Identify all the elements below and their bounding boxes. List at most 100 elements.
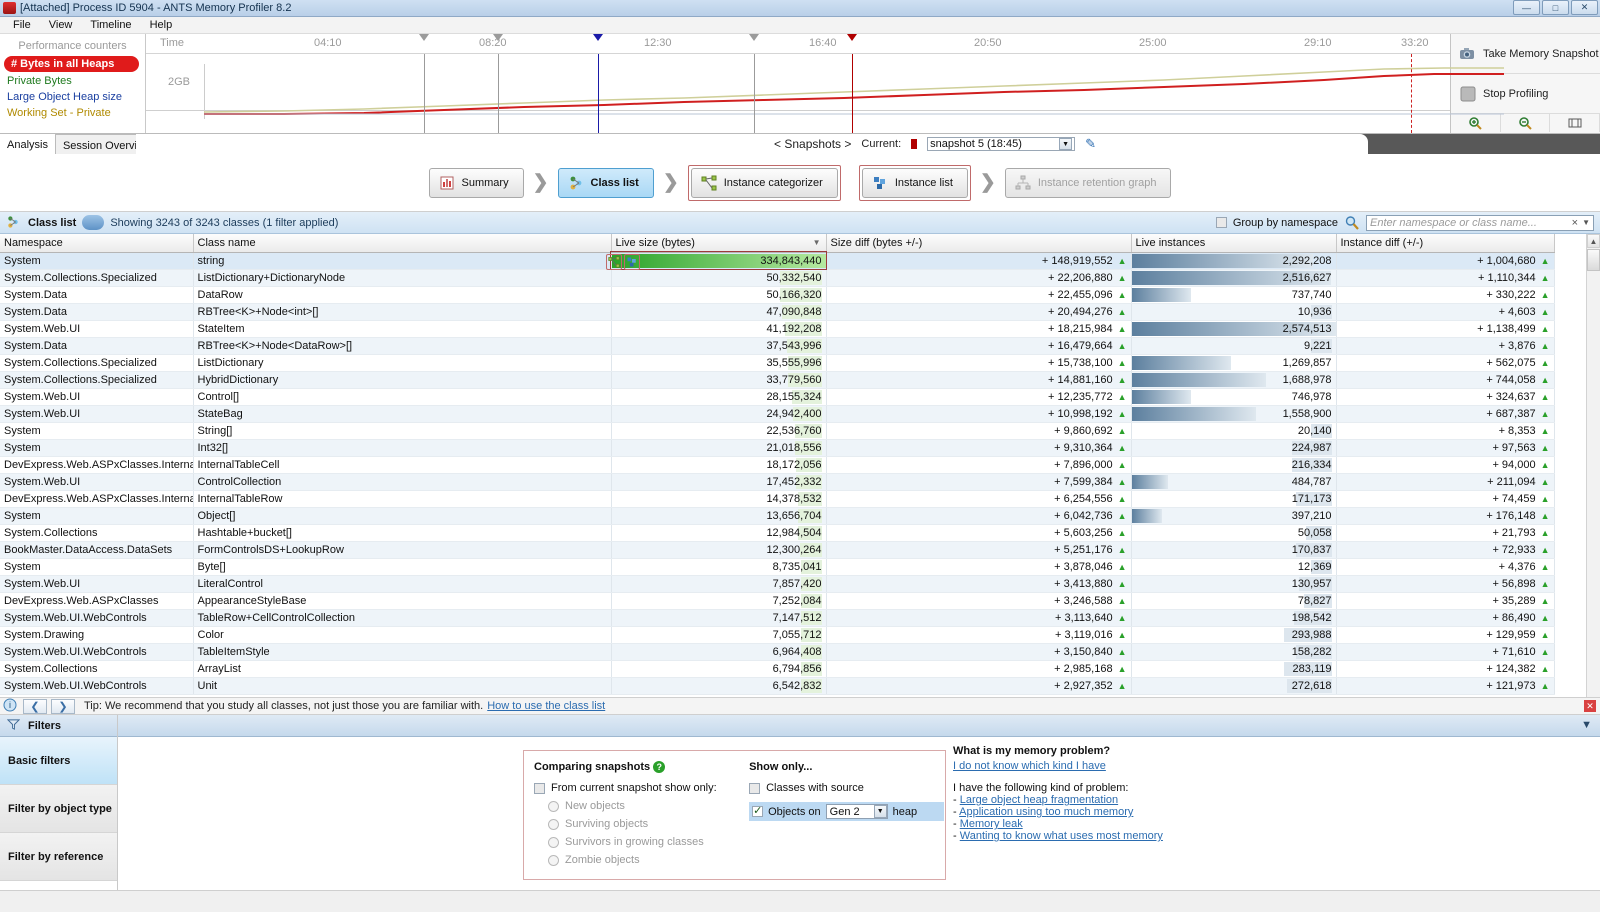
table-row[interactable]: System.Web.UI.WebControls Unit 6,542,832 + … xyxy=(0,677,1555,695)
table-row[interactable]: DevExpress.Web.ASPxClasses.Internal Inter… xyxy=(0,490,1555,508)
current-combo[interactable]: snapshot 5 (18:45) ▼ xyxy=(927,137,1076,151)
snapshots-nav[interactable]: < Snapshots > xyxy=(774,137,851,151)
table-row[interactable]: System Object[] 13,656,704 + 6,042,736 ▲ 397,… xyxy=(0,507,1555,525)
step-instance-retention-graph-button[interactable]: Instance retention graph xyxy=(1004,167,1172,198)
table-row[interactable]: System.Collections Hashtable+bucket[] 12,9… xyxy=(0,524,1555,542)
filter-tab-basic-filters[interactable]: Basic filters xyxy=(0,737,117,785)
counter-private-bytes[interactable]: Private Bytes xyxy=(0,73,145,89)
link-unknown-problem[interactable]: I do not know which kind I have xyxy=(953,760,1106,772)
tab-analysis[interactable]: Analysis xyxy=(0,134,55,154)
table-row[interactable]: System.Collections ArrayList 6,794,856 + 2,… xyxy=(0,660,1555,678)
snapshot-marker-1[interactable] xyxy=(419,34,429,133)
column-header-instance-diff[interactable]: Instance diff (+/-) xyxy=(1336,234,1555,253)
counter-large-object-heap-size[interactable]: Large Object Heap size xyxy=(0,89,145,105)
menu-item-help[interactable]: Help xyxy=(141,18,182,32)
table-row[interactable]: BookMaster.DataAccess.DataSets FormContro… xyxy=(0,541,1555,559)
minimize-button[interactable]: — xyxy=(1513,0,1540,15)
option-zombie-objects[interactable]: Zombie objects xyxy=(548,854,746,866)
baseline-marker[interactable] xyxy=(593,34,603,133)
table-row[interactable]: System.Collections.Specialized ListDictio… xyxy=(0,269,1555,287)
clear-search-icon[interactable]: × xyxy=(1572,217,1578,229)
chevron-down-icon[interactable]: ▼ xyxy=(1582,218,1590,227)
chevron-down-icon[interactable]: ▼ xyxy=(873,805,887,818)
option-surviving-objects[interactable]: Surviving objects xyxy=(548,818,746,830)
snapshot-marker-3[interactable] xyxy=(749,34,759,133)
current-marker[interactable] xyxy=(847,34,857,133)
filter-tab-filter-by-object-type[interactable]: Filter by object type xyxy=(0,785,117,833)
timeline-ruler[interactable]: Time 04:10 08:20 12:30 16:40 20:50 25:00… xyxy=(146,34,1450,54)
edit-current-icon[interactable]: ✎ xyxy=(1085,136,1096,152)
link-application-using-too-much-memory[interactable]: Application using too much memory xyxy=(959,806,1133,818)
instance-list-icon[interactable] xyxy=(624,254,640,270)
radio-surviving-objects[interactable] xyxy=(548,818,559,830)
maximize-button[interactable]: □ xyxy=(1542,0,1569,15)
help-icon[interactable]: ? xyxy=(653,761,666,773)
tip-prev-button[interactable]: ❮ xyxy=(23,698,47,714)
tip-close-button[interactable]: ✕ xyxy=(1584,700,1596,712)
table-row[interactable]: System.Data DataRow 50,166,320 + 22,455,096… xyxy=(0,286,1555,304)
scrollbar-thumb[interactable] xyxy=(1587,249,1600,271)
close-button[interactable]: ✕ xyxy=(1571,0,1598,15)
table-row[interactable]: System.Web.UI.WebControls TableRow+CellCo… xyxy=(0,609,1555,627)
counter-bytes-in-all-heaps[interactable]: # Bytes in all Heaps xyxy=(4,56,139,72)
step-instance-list-button[interactable]: Instance list xyxy=(861,167,968,198)
table-row[interactable]: System Byte[] 8,735,041 + 3,878,046 ▲ 12,369 +… xyxy=(0,558,1555,576)
step-summary-button[interactable]: Summary xyxy=(428,167,524,198)
objects-on-checkbox[interactable] xyxy=(752,804,764,817)
zoom-out-icon[interactable] xyxy=(1501,114,1551,132)
menu-item-timeline[interactable]: Timeline xyxy=(81,18,140,32)
tip-link[interactable]: How to use the class list xyxy=(487,700,605,712)
table-row[interactable]: System String[] 22,536,760 + 9,860,692 ▲ 20,1… xyxy=(0,422,1555,440)
classes-with-source-row[interactable]: Classes with source xyxy=(749,782,944,794)
collapse-filters-icon[interactable]: ▼ xyxy=(1581,719,1592,731)
radio-new-objects[interactable] xyxy=(548,800,559,812)
table-row[interactable]: System.Web.UI LiteralControl 7,857,420 + 3,… xyxy=(0,575,1555,593)
from-current-snapshot-row[interactable]: From current snapshot show only: xyxy=(534,782,746,794)
classes-with-source-checkbox[interactable] xyxy=(749,782,761,794)
tip-next-button[interactable]: ❯ xyxy=(51,698,75,714)
table-row[interactable]: System.Drawing Color 7,055,712 + 3,119,016 ▲… xyxy=(0,626,1555,644)
table-row[interactable]: DevExpress.Web.ASPxClasses AppearanceStyl… xyxy=(0,592,1555,610)
scroll-up-arrow[interactable]: ▲ xyxy=(1587,234,1600,248)
table-row[interactable]: System string 334,843,440 + 148,919,552 ▲ 2,2… xyxy=(0,251,1555,270)
memory-plot[interactable]: 2GB xyxy=(146,34,1504,133)
table-row[interactable]: System.Collections.Specialized ListDictio… xyxy=(0,354,1555,372)
table-row[interactable]: System.Web.UI ControlCollection 17,452,332… xyxy=(0,473,1555,491)
step-instance-categorizer-button[interactable]: Instance categorizer xyxy=(690,167,838,198)
column-header-namespace[interactable]: Namespace xyxy=(0,234,194,253)
option-survivors-in-growing-classes[interactable]: Survivors in growing classes xyxy=(548,836,746,848)
menu-item-view[interactable]: View xyxy=(40,18,82,32)
instance-categorizer-icon[interactable] xyxy=(606,254,622,270)
filter-tab-filter-by-reference[interactable]: Filter by reference xyxy=(0,833,117,881)
table-row[interactable]: System.Web.UI Control[] 28,155,324 + 12,235… xyxy=(0,388,1555,406)
counter-working-set-private[interactable]: Working Set - Private xyxy=(0,105,145,121)
search-input[interactable]: Enter namespace or class name... × ▼ xyxy=(1366,214,1594,231)
table-row[interactable]: System.Web.UI StateItem 41,192,208 + 18,215… xyxy=(0,320,1555,338)
table-row[interactable]: System Int32[] 21,018,556 + 9,310,364 ▲ 224,9… xyxy=(0,439,1555,457)
link-large-object-heap-fragmentation[interactable]: Large object heap fragmentation xyxy=(960,794,1118,806)
column-header-live-instances[interactable]: Live instances xyxy=(1131,234,1337,253)
generation-combo[interactable]: Gen 2 ▼ xyxy=(825,804,888,819)
radio-survivors-in-growing-classes[interactable] xyxy=(548,836,559,848)
class-list-table-container[interactable]: Namespace Class name Live size (bytes) ▼… xyxy=(0,234,1600,697)
table-row[interactable]: System.Collections.Specialized HybridDict… xyxy=(0,371,1555,389)
link-wanting-to-know-what-uses-most-memory[interactable]: Wanting to know what uses most memory xyxy=(960,830,1163,842)
option-new-objects[interactable]: New objects xyxy=(548,800,746,812)
table-row[interactable]: System.Web.UI StateBag 24,942,400 + 10,998,… xyxy=(0,405,1555,423)
snapshot-marker-2[interactable] xyxy=(493,34,503,133)
table-row[interactable]: System.Data RBTree<K>+Node<int>[] 47,090,8… xyxy=(0,303,1555,321)
table-vertical-scrollbar[interactable]: ▲ xyxy=(1586,234,1600,697)
link-memory-leak[interactable]: Memory leak xyxy=(960,818,1023,830)
chevron-down-icon[interactable]: ▼ xyxy=(1059,138,1073,150)
zoom-fit-icon[interactable] xyxy=(1550,114,1600,132)
column-header-size-diff[interactable]: Size diff (bytes +/-) xyxy=(826,234,1132,253)
menu-item-file[interactable]: File xyxy=(4,18,40,32)
from-current-snapshot-checkbox[interactable] xyxy=(534,782,545,794)
radio-zombie-objects[interactable] xyxy=(548,854,559,866)
step-class-list-button[interactable]: Class list xyxy=(557,167,654,198)
table-row[interactable]: DevExpress.Web.ASPxClasses.Internal Inter… xyxy=(0,456,1555,474)
table-row[interactable]: System.Web.UI.WebControls TableItemStyle 6… xyxy=(0,643,1555,661)
column-header-class-name[interactable]: Class name xyxy=(193,234,612,253)
timeline-graph[interactable]: Time 04:10 08:20 12:30 16:40 20:50 25:00… xyxy=(146,34,1504,133)
column-header-live-size[interactable]: Live size (bytes) ▼ xyxy=(611,234,827,253)
